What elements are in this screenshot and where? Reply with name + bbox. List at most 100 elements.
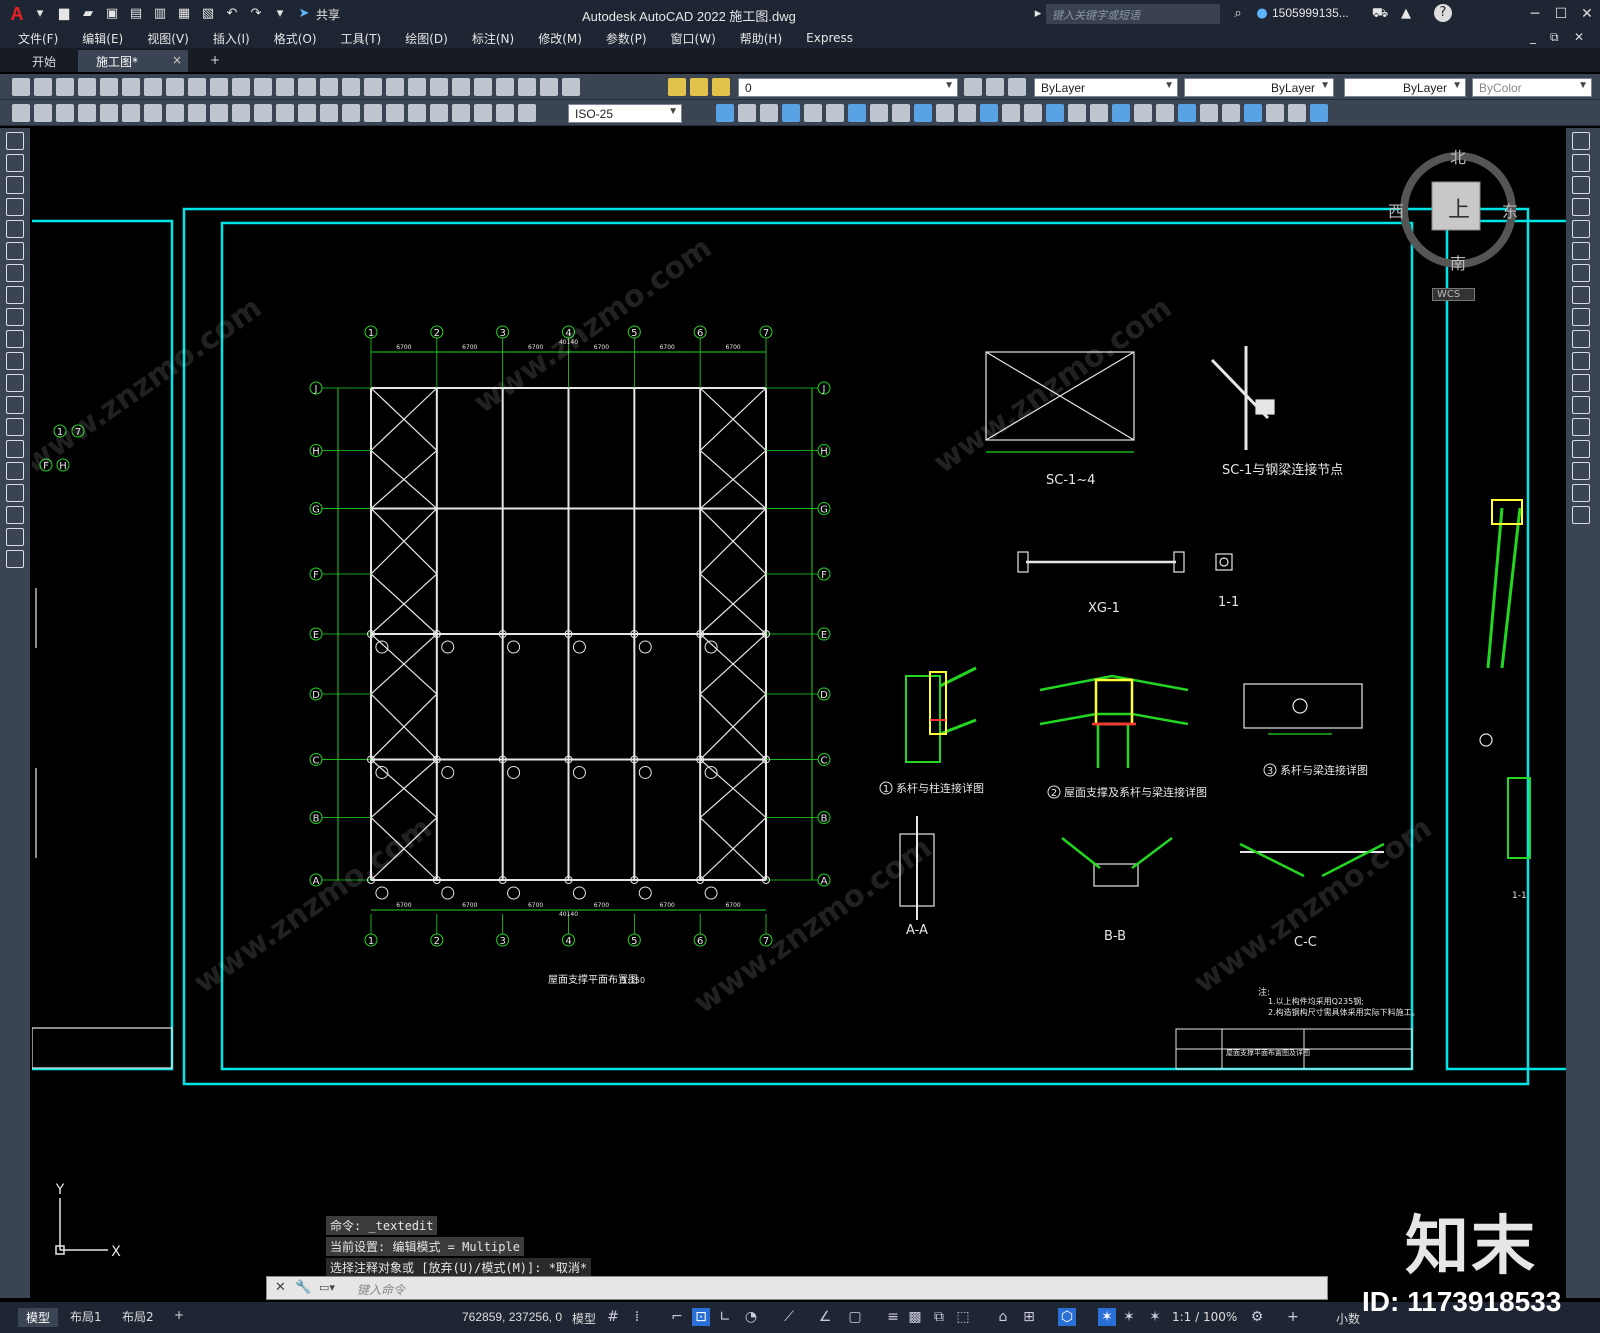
polyline-tool-icon[interactable] xyxy=(6,176,24,194)
leader-icon[interactable] xyxy=(474,104,492,122)
viewcube-wcs-menu[interactable]: WCS xyxy=(1432,288,1476,301)
break-tool-icon[interactable] xyxy=(1572,396,1590,414)
make-current-layer-icon[interactable] xyxy=(964,78,982,96)
jogged-dim-icon[interactable] xyxy=(122,104,140,122)
autodesk-account-icon[interactable]: ▲ xyxy=(1396,4,1416,24)
layer-on-icon[interactable] xyxy=(668,78,686,96)
explode-tool-icon[interactable] xyxy=(1572,506,1590,524)
region-icon[interactable] xyxy=(1112,104,1130,122)
viewcube-south[interactable]: 南 xyxy=(1450,250,1466,274)
point-tool-icon[interactable] xyxy=(6,418,24,436)
jogged-linear-icon[interactable] xyxy=(364,104,382,122)
revcloud-icon[interactable] xyxy=(1266,104,1284,122)
command-line-close-icon[interactable]: ✕ xyxy=(275,1280,286,1295)
viewcube-west[interactable]: 西 xyxy=(1388,198,1404,222)
chamfer-icon[interactable] xyxy=(1002,104,1020,122)
join-tool-icon[interactable] xyxy=(1572,418,1590,436)
new-icon[interactable] xyxy=(12,78,30,96)
preview-icon[interactable] xyxy=(100,78,118,96)
circle-tool-icon[interactable] xyxy=(6,264,24,282)
isometric-icon[interactable]: ⟋ xyxy=(780,1308,798,1326)
ortho-mode-icon[interactable]: ∟ xyxy=(716,1308,734,1326)
doc-minimize-button[interactable]: _ xyxy=(1530,30,1536,44)
tab-layout2[interactable]: 布局2 xyxy=(122,1308,154,1325)
break-at-point-tool-icon[interactable] xyxy=(1572,374,1590,392)
cursor-coordinates[interactable]: 762859, 237256, 0 xyxy=(462,1310,562,1324)
annotation-scale-icon[interactable]: ✶ xyxy=(1146,1308,1164,1326)
properties-icon[interactable] xyxy=(364,78,382,96)
zoom-realtime-icon[interactable] xyxy=(298,78,316,96)
match-properties-icon[interactable] xyxy=(210,78,228,96)
table-tool-icon[interactable] xyxy=(6,506,24,524)
arc-length-dim-icon[interactable] xyxy=(56,104,74,122)
revcloud-tool-icon[interactable] xyxy=(6,286,24,304)
autocad-logo-icon[interactable]: A xyxy=(6,3,28,25)
menu-view[interactable]: 视图(V) xyxy=(147,30,189,47)
gradient-icon[interactable] xyxy=(1090,104,1108,122)
mtext-tool-icon[interactable] xyxy=(6,528,24,546)
join-icon[interactable] xyxy=(980,104,998,122)
offset-tool-icon[interactable] xyxy=(1572,198,1590,216)
save-icon[interactable] xyxy=(56,78,74,96)
object-snap-tracking-icon[interactable]: ∠ xyxy=(816,1308,834,1326)
plot-icon[interactable] xyxy=(78,78,96,96)
tab-layout1[interactable]: 布局1 xyxy=(70,1308,102,1325)
tab-drawing[interactable]: 施工图* × xyxy=(78,50,189,72)
trim-tool-icon[interactable] xyxy=(1572,330,1590,348)
selection-cycling-icon[interactable]: ⧉ xyxy=(930,1308,948,1326)
extend-icon[interactable] xyxy=(936,104,954,122)
dim-edit-icon[interactable] xyxy=(386,104,404,122)
line-tool-icon[interactable] xyxy=(6,132,24,150)
inspect-icon[interactable] xyxy=(342,104,360,122)
trim-icon[interactable] xyxy=(914,104,932,122)
baseline-dim-icon[interactable] xyxy=(210,104,228,122)
tab-close-icon[interactable]: × xyxy=(172,53,182,67)
move-icon[interactable] xyxy=(826,104,844,122)
arc-tool-icon[interactable] xyxy=(6,242,24,260)
quick-dim-icon[interactable] xyxy=(188,104,206,122)
copy-icon[interactable] xyxy=(166,78,184,96)
doc-close-button[interactable]: ✕ xyxy=(1574,30,1584,44)
dim-break-icon[interactable] xyxy=(276,104,294,122)
command-line[interactable]: ✕ 🔧 ▭▾ 键入命令 xyxy=(266,1276,1328,1300)
region-tool-icon[interactable] xyxy=(6,484,24,502)
web-mobile-icon[interactable]: ▥ xyxy=(150,4,170,24)
menu-insert[interactable]: 插入(I) xyxy=(213,30,250,47)
help-icon[interactable]: ? xyxy=(1434,4,1452,22)
menu-modify[interactable]: 修改(M) xyxy=(538,30,582,47)
tolerance-icon[interactable] xyxy=(298,104,316,122)
save-as-icon[interactable]: ▤ xyxy=(126,4,146,24)
plotstyle-dropdown[interactable]: ByColor ▼ xyxy=(1472,78,1592,97)
layer-previous-icon[interactable] xyxy=(986,78,1004,96)
stretch-tool-icon[interactable] xyxy=(1572,308,1590,326)
menu-dimension[interactable]: 标注(N) xyxy=(472,30,514,47)
attribute-icon[interactable] xyxy=(1222,104,1240,122)
image-icon[interactable] xyxy=(1310,104,1328,122)
extend-tool-icon[interactable] xyxy=(1572,352,1590,370)
menu-file[interactable]: 文件(F) xyxy=(18,30,58,47)
quick-access-customize-icon[interactable]: ▾ xyxy=(270,4,290,24)
xref-icon[interactable] xyxy=(1288,104,1306,122)
block-icon[interactable] xyxy=(540,78,558,96)
undo-icon[interactable] xyxy=(232,78,250,96)
pan-icon[interactable] xyxy=(276,78,294,96)
menu-parametric[interactable]: 参数(P) xyxy=(606,30,647,47)
layer-dropdown[interactable]: 0 ▼ xyxy=(738,78,958,97)
color-dropdown[interactable]: ByLayer ▼ xyxy=(1034,78,1178,97)
move-tool-icon[interactable] xyxy=(1572,242,1590,260)
explode-icon[interactable] xyxy=(1046,104,1064,122)
layer-states-icon[interactable] xyxy=(1008,78,1026,96)
dimstyle-dropdown[interactable]: ISO-25 ▼ xyxy=(568,104,682,123)
viewcube-east[interactable]: 东 xyxy=(1502,198,1518,222)
sheet-set-icon[interactable] xyxy=(430,78,448,96)
block-define-icon[interactable] xyxy=(1200,104,1218,122)
erase-tool-icon[interactable] xyxy=(1572,132,1590,150)
zoom-previous-icon[interactable] xyxy=(342,78,360,96)
gradient-tool-icon[interactable] xyxy=(6,462,24,480)
wipeout-icon[interactable] xyxy=(1244,104,1262,122)
drawing-viewport[interactable]: 1 1 6700 6700 2 2 6700 6700 3 3 6700 6700 4 4 6700 6700… xyxy=(32,128,1566,1276)
search-expand-icon[interactable]: ▸ xyxy=(1028,4,1048,24)
menu-help[interactable]: 帮助(H) xyxy=(740,30,782,47)
new-file-icon[interactable]: ▆ xyxy=(54,4,74,24)
viewcube-top-face[interactable]: 上 xyxy=(1448,192,1470,224)
